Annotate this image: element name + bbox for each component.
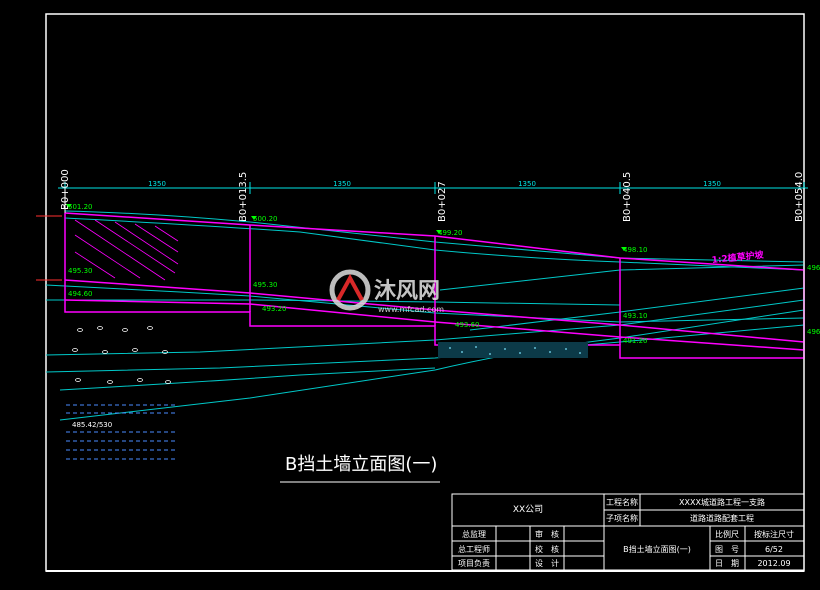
spacing-label: 1350 <box>333 180 351 188</box>
pile-symbol <box>77 328 83 332</box>
drawing-title: B挡土墙立面图(一) <box>285 454 437 475</box>
meta-value: 2012.09 <box>757 559 790 568</box>
pile-symbol <box>102 350 108 354</box>
elevation-label: 493.10 <box>623 312 648 320</box>
gravel-fill <box>438 342 588 358</box>
gravel-dot <box>519 352 521 354</box>
ground-line <box>469 287 805 331</box>
station-label: B0+040.5 <box>622 172 633 222</box>
meta-label: 日 期 <box>715 559 739 568</box>
elevation-drawing-svg: 1350 1350 1350 1350 B0+000 B0+013.5 B0+0… <box>36 13 820 572</box>
pile-symbol <box>147 326 153 330</box>
station-label: B0+054.0 <box>794 172 805 222</box>
role-label: 总监理 <box>462 529 486 539</box>
pile-symbol <box>107 380 113 384</box>
project-value: XXXX城道路工程一支路 <box>679 497 765 507</box>
gravel-dot <box>475 346 477 348</box>
meta-value: 按标注尺寸 <box>754 529 794 539</box>
meta-value: 6/52 <box>765 545 783 554</box>
hatch-line <box>154 225 179 242</box>
elevation-label: 493.20 <box>262 305 287 313</box>
watermark: 沐风网 www.mfcad.com <box>329 269 444 314</box>
pile-symbol <box>97 326 103 330</box>
slope-note: 1:2植草护坡 <box>711 248 765 265</box>
watermark-url: www.mfcad.com <box>378 305 444 314</box>
hatch-line <box>114 221 179 265</box>
gravel-dot <box>549 351 551 353</box>
spacing-label: 1350 <box>148 180 166 188</box>
elevation-markers <box>66 204 627 251</box>
pile-symbol <box>132 348 138 352</box>
role-label: 项目负责 <box>458 558 490 568</box>
gravel-dot <box>579 352 581 354</box>
spacing-label: 1350 <box>703 180 721 188</box>
title-block-text: XX公司 工程名称 XXXX城道路工程一支路 子项名称 道路道路配套工程 总监理… <box>458 497 794 568</box>
ground-line <box>439 264 805 291</box>
watermark-text: 沐风网 <box>374 279 440 304</box>
meta-label: 图 号 <box>715 545 739 554</box>
elevation-label: 495.30 <box>68 267 93 275</box>
station-label: B0+013.5 <box>238 172 249 222</box>
pile-symbol <box>122 328 128 332</box>
pile-symbol <box>137 378 143 382</box>
pile-symbol <box>75 378 81 382</box>
gravel-dot <box>449 347 451 349</box>
role-label: 设 计 <box>535 558 559 568</box>
station-label: B0+027 <box>437 181 448 222</box>
project-label: 工程名称 <box>606 497 638 507</box>
role-label: 校 核 <box>535 544 559 554</box>
gravel-dot <box>461 351 463 353</box>
subproject-label: 子项名称 <box>606 513 638 523</box>
subproject-value: 道路道路配套工程 <box>690 513 754 523</box>
elevation-label: 493.60 <box>455 321 480 329</box>
company-name: XX公司 <box>513 504 543 515</box>
elevation-label: 491.20 <box>623 337 648 345</box>
dimension-line-group <box>58 182 808 194</box>
elevation-label: 496.9 <box>807 328 820 336</box>
cad-drawing-viewport: 1350 1350 1350 1350 B0+000 B0+013.5 B0+0… <box>0 0 820 586</box>
gravel-dot <box>565 348 567 350</box>
block-drawing-name: B挡土墙立面图(一) <box>623 544 691 554</box>
pile-symbol <box>165 380 171 384</box>
watermark-logo-mark <box>336 273 364 301</box>
pile-symbol <box>72 348 78 352</box>
elevation-label: 494.60 <box>68 290 93 298</box>
gravel-dot <box>504 348 506 350</box>
hatch-line <box>134 223 179 253</box>
elevation-label: 496.2 <box>807 264 820 272</box>
role-label: 总工程师 <box>458 544 490 554</box>
gravel-dot <box>489 353 491 355</box>
meta-label: 比例尺 <box>715 529 739 539</box>
spacing-label: 1350 <box>518 180 536 188</box>
elevation-label: 495.30 <box>253 281 278 289</box>
ground-lines <box>45 210 805 421</box>
water-lines <box>66 404 178 460</box>
hatch-line <box>94 219 176 274</box>
pile-symbols <box>72 326 171 384</box>
role-label: 审 核 <box>535 529 559 539</box>
bottom-note-label: 485.42/530 <box>72 421 112 429</box>
gravel-dot <box>534 347 536 349</box>
